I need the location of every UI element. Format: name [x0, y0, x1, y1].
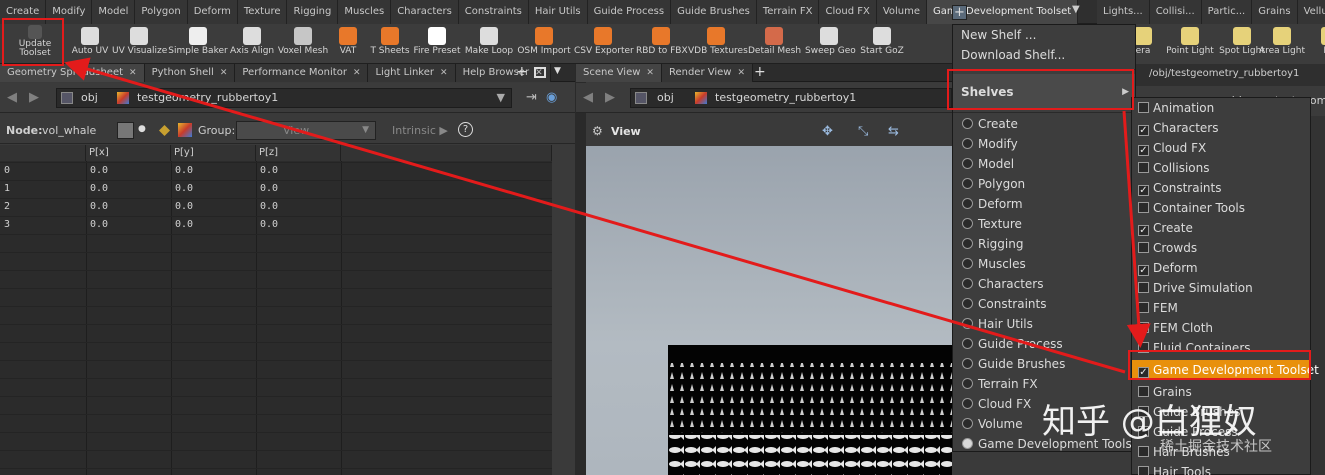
watermark-sub: 稀土掘金技术社区 [1160, 439, 1272, 455]
arrow-to-update-toolset [64, 57, 1126, 374]
arrow-to-game-dev-toolset [1122, 110, 1151, 348]
